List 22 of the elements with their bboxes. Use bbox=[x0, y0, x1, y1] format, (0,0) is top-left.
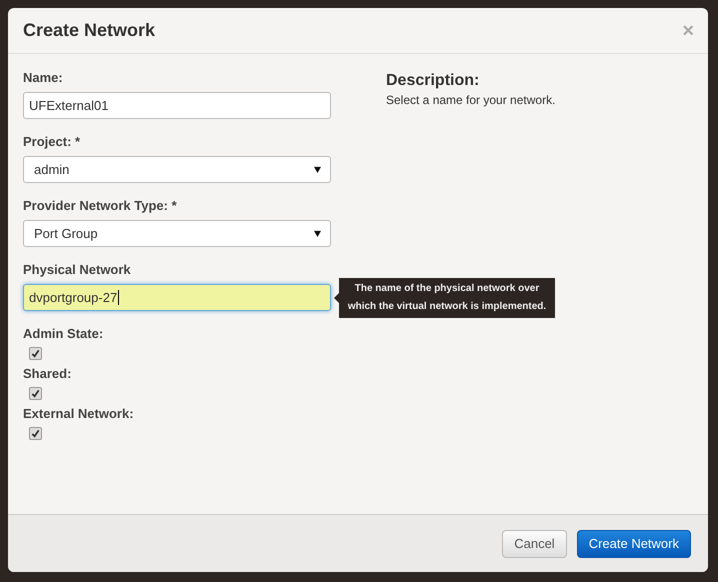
field-label: Project: * bbox=[23, 134, 82, 149]
field-label: Provider Network Type: * bbox=[23, 198, 178, 213]
input-field[interactable]: dvportgroup-27 bbox=[23, 284, 331, 311]
description-text: Select a name for your network. bbox=[386, 93, 556, 107]
dialog-title: Create Network bbox=[23, 20, 156, 41]
checkbox-label: Admin State: bbox=[23, 326, 104, 341]
tooltip: The name of the physical network over which the virtual network is implemented. bbox=[334, 278, 555, 318]
field-label: Name: bbox=[23, 70, 64, 85]
field-label: Physical Network bbox=[23, 262, 132, 277]
create-button[interactable]: Create Network bbox=[576, 530, 691, 558]
dropdown-arrow-icon bbox=[314, 230, 321, 237]
checkbox[interactable] bbox=[29, 347, 42, 360]
checkbox[interactable] bbox=[29, 387, 42, 400]
select-field[interactable]: Port Group bbox=[23, 220, 331, 247]
input-field[interactable]: UFExternal01 bbox=[23, 92, 331, 119]
description-heading: Description: bbox=[386, 72, 480, 90]
checkbox-label: External Network: bbox=[23, 406, 135, 421]
checkbox-label: Shared: bbox=[23, 366, 72, 381]
select-field[interactable]: admin bbox=[23, 156, 331, 183]
cancel-button[interactable]: Cancel bbox=[502, 530, 567, 558]
dropdown-arrow-icon bbox=[314, 166, 321, 173]
checkbox[interactable] bbox=[29, 427, 42, 440]
